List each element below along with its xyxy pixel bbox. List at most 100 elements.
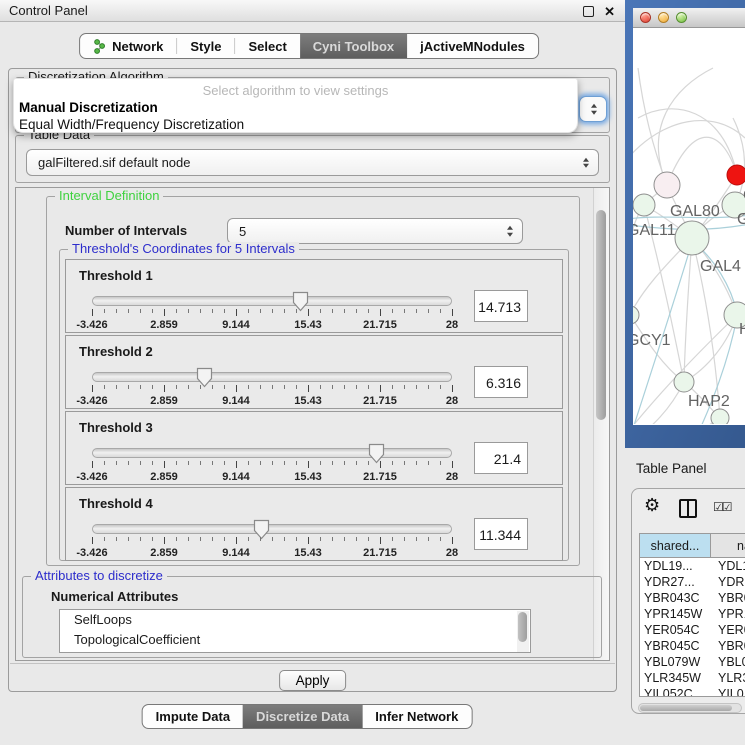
tab-jactivemnodules[interactable]: jActiveMNodules (407, 34, 538, 58)
numerical-attributes-list[interactable]: SelfLoopsTopologicalCoefficientBetweenne… (59, 609, 531, 653)
slider-ticks (92, 385, 452, 393)
close-icon[interactable]: ✕ (604, 5, 615, 18)
network-canvas[interactable]: GAL80GACGAL11GAL4GCY1HHAP2 (633, 28, 745, 424)
tick-mark (152, 461, 153, 465)
tick-label: 28 (446, 395, 458, 407)
bottom-tab-discretize-data[interactable]: Discretize Data (243, 705, 362, 728)
tick-mark (164, 537, 165, 544)
network-node-gal11[interactable] (633, 194, 655, 216)
tick-label: 28 (446, 319, 458, 331)
table-row[interactable]: YPR145WYPR1 (640, 606, 745, 622)
tick-mark (284, 537, 285, 541)
minimize-traffic-light-icon[interactable] (658, 12, 669, 23)
threshold-value-field[interactable]: 21.4 (474, 442, 528, 474)
gear-icon[interactable]: ⚙ (644, 496, 660, 514)
algorithm-combobox[interactable] (579, 96, 607, 122)
list-item[interactable]: TopologicalCoefficient (60, 630, 530, 650)
threshold-slider[interactable]: -3.4262.8599.14415.4321.71528 (92, 522, 452, 558)
network-node-gal4[interactable] (675, 221, 709, 255)
network-node[interactable] (711, 409, 729, 424)
network-node-gcy1[interactable] (633, 306, 639, 324)
list-scrollbar[interactable] (517, 611, 529, 652)
tick-label: 21.715 (363, 395, 397, 407)
tick-label: 15.43 (294, 395, 322, 407)
table-row[interactable]: YLR345WYLR3 (640, 670, 745, 686)
select-columns-checkboxes-icon[interactable]: ☑☑ (713, 500, 731, 514)
network-node-hap2[interactable] (674, 372, 694, 392)
tick-mark (392, 385, 393, 389)
tab-cyni-toolbox[interactable]: Cyni Toolbox (300, 34, 407, 58)
threshold-rows: Threshold 1-3.4262.8599.14415.4321.71528… (65, 259, 563, 563)
tick-mark (188, 537, 189, 541)
threshold-slider[interactable]: -3.4262.8599.14415.4321.71528 (92, 370, 452, 406)
slider-track[interactable] (92, 372, 452, 382)
tick-mark (452, 385, 453, 392)
table-row[interactable]: YDR27...YDR2 (640, 574, 745, 590)
node-attribute-table[interactable]: shared... na YDL19...YDL1YDR27...YDR2YBR… (639, 533, 745, 697)
tick-mark (176, 309, 177, 313)
apply-button[interactable]: Apply (279, 670, 347, 691)
slider-track[interactable] (92, 448, 452, 458)
tick-mark (200, 309, 201, 313)
table-row[interactable]: YDL19...YDL1 (640, 558, 745, 574)
tick-mark (356, 537, 357, 541)
tick-mark (104, 385, 105, 389)
zoom-traffic-light-icon[interactable] (676, 12, 687, 23)
tick-mark (92, 461, 93, 468)
list-item[interactable]: BetweennessCentrality (60, 650, 530, 653)
network-node-gal80[interactable] (654, 172, 680, 198)
popup-prompt-item[interactable]: Select algorithm to view settings (14, 83, 577, 98)
tick-mark (260, 461, 261, 465)
tick-mark (212, 385, 213, 389)
bottom-tab-impute-data[interactable]: Impute Data (143, 705, 243, 728)
tick-label: 15.43 (294, 547, 322, 559)
threshold-slider[interactable]: -3.4262.8599.14415.4321.71528 (92, 446, 452, 482)
table-row[interactable]: YBL079WYBL0 (640, 654, 745, 670)
threshold-value-field[interactable]: 6.316 (474, 366, 528, 398)
table-row[interactable]: YBR043CYBR0 (640, 590, 745, 606)
table-row[interactable]: YIL052CYIL0 (640, 686, 745, 697)
column-header-name[interactable]: na (711, 534, 745, 557)
threshold-value-field[interactable]: 14.713 (474, 290, 528, 322)
tick-mark (320, 537, 321, 541)
tick-mark (332, 385, 333, 389)
tick-mark (128, 537, 129, 541)
columns-icon[interactable] (679, 499, 697, 518)
close-traffic-light-icon[interactable] (640, 12, 651, 23)
threshold-slider[interactable]: -3.4262.8599.14415.4321.71528 (92, 294, 452, 330)
table-data-selected-value: galFiltered.sif default node (38, 155, 190, 170)
tick-mark (212, 461, 213, 465)
threshold-value-field[interactable]: 11.344 (474, 518, 528, 550)
tab-style[interactable]: Style (177, 34, 234, 58)
network-node-c[interactable] (727, 165, 745, 185)
table-row[interactable]: YER054CYER0 (640, 622, 745, 638)
attributes-group-label: Attributes to discretize (31, 569, 167, 583)
slider-track[interactable] (92, 524, 452, 534)
network-edge (638, 68, 667, 185)
tab-network[interactable]: Network (80, 34, 176, 58)
tick-mark (404, 461, 405, 465)
table-row[interactable]: YBR045CYBR0 (640, 638, 745, 654)
bottom-tab-infer-network[interactable]: Infer Network (362, 705, 471, 728)
cell-name: YLR3 (710, 670, 745, 686)
horizontal-scrollbar[interactable] (638, 703, 742, 713)
tab-select[interactable]: Select (235, 34, 299, 58)
column-header-shared-name[interactable]: shared... (640, 534, 711, 557)
list-item[interactable]: SelfLoops (60, 610, 530, 630)
popup-option-manual-discretization[interactable]: Manual Discretization (19, 100, 158, 115)
tick-mark (152, 385, 153, 389)
table-data-combobox[interactable]: galFiltered.sif default node (26, 149, 599, 176)
list-scrollbar-thumb[interactable] (518, 612, 527, 642)
float-window-icon[interactable] (583, 6, 594, 17)
horizontal-scrollbar-thumb[interactable] (640, 705, 732, 711)
slider-track[interactable] (92, 296, 452, 306)
popup-option-equal-width-frequency[interactable]: Equal Width/Frequency Discretization (19, 117, 244, 132)
tick-mark (116, 385, 117, 389)
tick-label: 2.859 (150, 547, 178, 559)
scrollbar-thumb[interactable] (596, 210, 606, 420)
tick-mark (296, 537, 297, 541)
cell-name: YPR1 (710, 606, 745, 622)
tick-mark (344, 385, 345, 389)
network-window: GAL80GACGAL11GAL4GCY1HHAP2 (633, 8, 745, 425)
tick-mark (224, 385, 225, 389)
